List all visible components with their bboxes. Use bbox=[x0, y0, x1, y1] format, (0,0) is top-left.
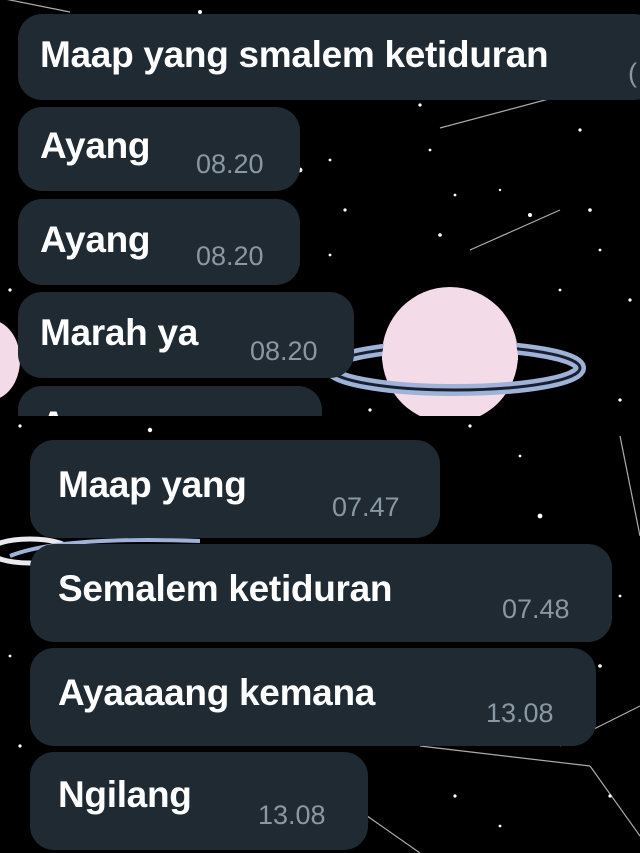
message-time: 08.20 bbox=[196, 241, 264, 271]
message-text: Ngilang bbox=[58, 774, 192, 815]
message-time: 13.08 bbox=[258, 800, 326, 830]
message-time: 07.47 bbox=[332, 492, 400, 522]
message-text: Maap yang bbox=[58, 464, 247, 505]
message-time: 07.48 bbox=[502, 594, 570, 624]
message-time: 08.20 bbox=[250, 336, 318, 366]
message-bubble[interactable]: Semalem ketiduran 07.48 bbox=[30, 544, 612, 642]
chat-screenshot-top: Maap yang smalem ketiduran ( Ayang 08.20… bbox=[0, 0, 640, 416]
message-time: 08.20 bbox=[196, 149, 264, 179]
message-bubble[interactable]: Ngilang 13.08 bbox=[30, 752, 368, 850]
message-bubble[interactable]: Marah ya 08.20 bbox=[18, 292, 354, 378]
message-bubble[interactable]: Ayang 08.20 bbox=[18, 199, 300, 285]
message-text: Ayang bbox=[40, 219, 151, 260]
message-text: Ayaaaang kemana bbox=[58, 672, 376, 713]
message-bubble-partial[interactable]: Ayang bbox=[18, 386, 322, 416]
message-time: 13.08 bbox=[486, 698, 554, 728]
message-text: Ayang bbox=[40, 125, 151, 166]
message-text: Semalem ketiduran bbox=[58, 568, 393, 609]
message-text: Marah ya bbox=[40, 312, 199, 353]
chat-screenshot-bottom: Maap yang 07.47 Semalem ketiduran 07.48 … bbox=[0, 416, 640, 853]
message-bubble[interactable]: Ayang 08.20 bbox=[18, 107, 300, 191]
message-bubble[interactable]: Maap yang smalem ketiduran ( bbox=[18, 14, 640, 100]
message-time-cut: ( bbox=[628, 58, 637, 88]
message-text: Maap yang smalem ketiduran bbox=[40, 34, 549, 75]
message-bubble[interactable]: Ayaaaang kemana 13.08 bbox=[30, 648, 596, 746]
message-text: Ayang bbox=[40, 404, 151, 416]
message-bubble[interactable]: Maap yang 07.47 bbox=[30, 440, 440, 538]
